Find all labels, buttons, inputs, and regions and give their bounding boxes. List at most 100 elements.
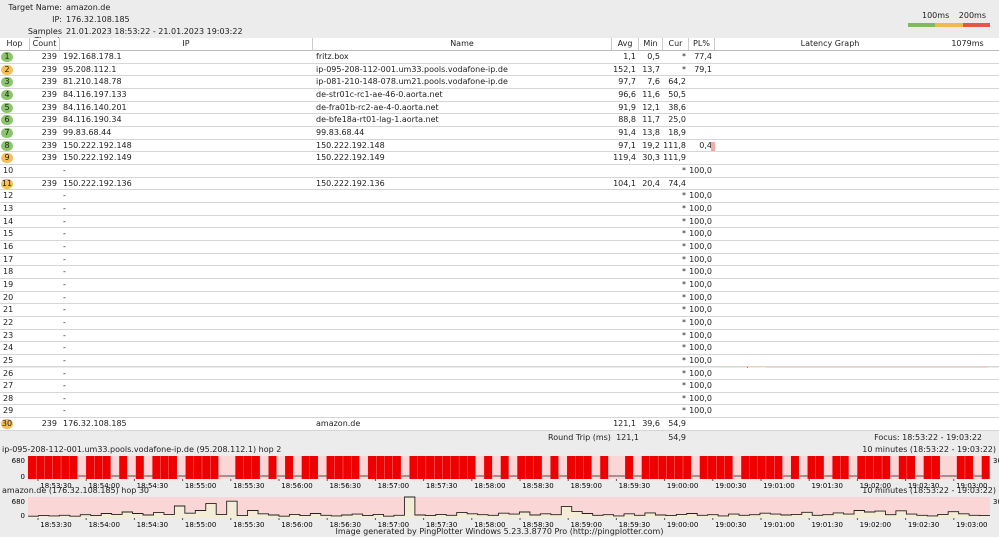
hop-row[interactable]: 17 - * 100,0 bbox=[0, 253, 999, 267]
packet-loss-bar bbox=[525, 456, 534, 479]
hop-avg bbox=[612, 380, 639, 392]
hop-row[interactable]: 10 - * 100,0 bbox=[0, 164, 999, 178]
hop-number: 9 bbox=[0, 152, 30, 164]
packet-loss-bar bbox=[44, 456, 53, 479]
hop-name: de-fra01b-rc2-ae-4-0.aorta.net bbox=[316, 102, 439, 112]
col-cur[interactable]: Cur bbox=[663, 38, 689, 50]
hop-row[interactable]: 27 - * 100,0 bbox=[0, 380, 999, 393]
hop-name: 150.222.192.149 bbox=[316, 153, 385, 163]
hop-min: 0,5 bbox=[647, 52, 660, 61]
hop-row[interactable]: 20 - * 100,0 bbox=[0, 291, 999, 305]
hop-cur: * bbox=[682, 381, 686, 391]
col-count[interactable]: Count bbox=[30, 38, 60, 50]
hop-row[interactable]: 4 239 84.116.197.133 de-str01c-rc1-ae-46-0.… bbox=[0, 88, 999, 102]
hop-pl: 79,1 bbox=[694, 64, 712, 74]
packet-loss-bar bbox=[500, 456, 509, 479]
hop-number: 21 bbox=[0, 304, 30, 316]
col-ip[interactable]: IP bbox=[60, 38, 313, 50]
hop-row[interactable]: 11 239 150.222.192.136 150.222.192.136 104,1… bbox=[0, 177, 999, 191]
hop-row[interactable]: 25 - * 100,0 bbox=[0, 354, 999, 368]
hop-row[interactable]: 28 - * 100,0 bbox=[0, 392, 999, 406]
hop-min: 20,4 bbox=[642, 178, 660, 188]
packet-loss-bar bbox=[898, 456, 907, 479]
hop-name bbox=[313, 405, 612, 417]
hop-row[interactable]: 1 239 192.168.178.1 fritz.box 1,1 0,5 * 77,4 bbox=[0, 51, 999, 64]
y-min-label: 0 bbox=[21, 512, 25, 520]
hop-row[interactable]: 12 - * 100,0 bbox=[0, 190, 999, 203]
header: Target Name: amazon.de IP: 176.32.108.18… bbox=[0, 0, 999, 45]
hop-row[interactable]: 7 239 99.83.68.44 99.83.68.44 91,4 13,8 18,9 bbox=[0, 126, 999, 140]
packet-loss-bar bbox=[376, 456, 385, 479]
hop-count: 239 bbox=[41, 89, 57, 99]
hop-pl bbox=[689, 114, 715, 126]
hop-min bbox=[639, 393, 663, 405]
hop-row[interactable]: 18 - * 100,0 bbox=[0, 266, 999, 279]
hop-row[interactable]: 21 - * 100,0 bbox=[0, 304, 999, 317]
hop-cur: * bbox=[682, 368, 686, 378]
packet-loss-bar bbox=[243, 456, 252, 479]
hop-number: 14 bbox=[0, 216, 30, 228]
packet-loss-bar bbox=[716, 456, 725, 479]
packet-loss-bar bbox=[857, 456, 866, 479]
packet-loss-bar bbox=[517, 456, 526, 479]
hop-cur: 74,4 bbox=[668, 178, 686, 188]
hop-ip: 176.32.108.185 bbox=[63, 419, 127, 429]
hop-min bbox=[639, 304, 663, 316]
hop-min bbox=[639, 190, 663, 202]
hop-row[interactable]: 14 - * 100,0 bbox=[0, 215, 999, 229]
packet-loss-bar bbox=[409, 456, 418, 479]
packet-loss-bar bbox=[625, 456, 634, 479]
hop-ip: - bbox=[63, 203, 66, 213]
hop-cur: * bbox=[682, 355, 686, 365]
hop-row[interactable]: 3 239 81.210.148.78 ip-081-210-148-078.um21… bbox=[0, 76, 999, 89]
hop-row[interactable]: 26 - * 100,0 bbox=[0, 367, 999, 381]
hop-row[interactable]: 24 - * 100,0 bbox=[0, 342, 999, 355]
packet-loss-bar bbox=[426, 456, 435, 479]
hop-count: 239 bbox=[41, 64, 57, 74]
hop-row[interactable]: 16 - * 100,0 bbox=[0, 240, 999, 254]
col-pl[interactable]: PL% bbox=[689, 38, 715, 50]
hop-row[interactable]: 9 239 150.222.192.149 150.222.192.149 119,4 3… bbox=[0, 152, 999, 165]
hop-row[interactable]: 13 - * 100,0 bbox=[0, 202, 999, 216]
packet-loss-bar bbox=[52, 456, 61, 479]
hop-label: 14 bbox=[3, 216, 14, 226]
hop-pl: 100,0 bbox=[689, 381, 712, 391]
hop-name bbox=[313, 241, 612, 253]
hop-pl: 100,0 bbox=[689, 305, 712, 315]
hop-pl: 77,4 bbox=[694, 52, 712, 61]
hop-cur: * bbox=[682, 292, 686, 302]
hop-name bbox=[313, 266, 612, 278]
hop-row[interactable]: 5 239 84.116.140.201 de-fra01b-rc2-ae-4-0.a… bbox=[0, 101, 999, 115]
hop-ip: - bbox=[63, 330, 66, 340]
y-max-label: 680 bbox=[12, 498, 25, 506]
hop-row[interactable]: 2 239 95.208.112.1 ip-095-208-112-001.um33.… bbox=[0, 63, 999, 77]
col-avg[interactable]: Avg bbox=[612, 38, 639, 50]
hop-row[interactable]: 23 - * 100,0 bbox=[0, 329, 999, 343]
packet-loss-bar bbox=[840, 456, 849, 479]
packet-loss-bar bbox=[658, 456, 667, 479]
hop-row[interactable]: 29 - * 100,0 bbox=[0, 405, 999, 419]
col-name[interactable]: Name bbox=[313, 38, 612, 50]
hop-count bbox=[30, 266, 60, 278]
hop-number: 12 bbox=[0, 190, 30, 202]
hop-min bbox=[639, 254, 663, 266]
hop-row[interactable]: 15 - * 100,0 bbox=[0, 228, 999, 241]
packet-loss-bar bbox=[832, 456, 841, 479]
col-latency-graph[interactable]: Latency Graph bbox=[715, 38, 945, 50]
hop-row[interactable]: 30 239 176.32.108.185 amazon.de 121,1 39,6 54,… bbox=[0, 418, 999, 431]
hop-cur: 38,6 bbox=[668, 102, 686, 112]
hop-row[interactable]: 6 239 84.116.190.34 de-bfe18a-rt01-lag-1.ao… bbox=[0, 114, 999, 127]
hop-number: 26 bbox=[0, 368, 30, 380]
hop-name: 150.222.192.136 bbox=[316, 178, 385, 188]
hop-row[interactable]: 19 - * 100,0 bbox=[0, 278, 999, 292]
hop-cur: 111,8 bbox=[663, 140, 686, 150]
hop-name: amazon.de bbox=[316, 419, 361, 429]
hop-ip: - bbox=[63, 241, 66, 251]
hop-ip: - bbox=[63, 406, 66, 416]
hop-number: 4 bbox=[0, 89, 30, 101]
packet-loss-bar bbox=[484, 456, 493, 479]
col-min[interactable]: Min bbox=[639, 38, 663, 50]
hop-row[interactable]: 22 - * 100,0 bbox=[0, 316, 999, 330]
hop-row[interactable]: 8 239 150.222.192.148 150.222.192.148 97,1 19… bbox=[0, 139, 999, 153]
col-hop[interactable]: Hop bbox=[0, 38, 30, 50]
